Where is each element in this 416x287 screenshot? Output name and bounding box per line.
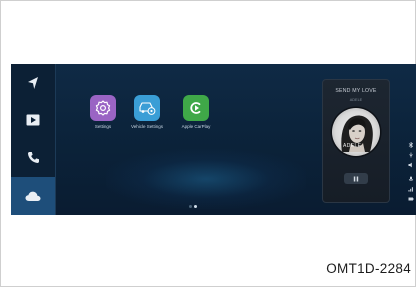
app-label: Vehicle Settings	[130, 124, 164, 129]
artist-name: ADELE	[349, 98, 363, 102]
app-label: Apple CarPlay	[181, 124, 211, 129]
album-art-text: ADELE	[343, 143, 362, 149]
sidebar-item-phone[interactable]	[11, 139, 55, 176]
infotainment-screen: Settings Vehicle Settings Apple CarPlay …	[11, 64, 416, 215]
bluetooth-icon	[408, 142, 414, 148]
song-title: SEND MY LOVE	[335, 88, 377, 94]
pause-button[interactable]	[344, 173, 368, 184]
sidebar-item-connected[interactable]	[11, 177, 55, 215]
page-dot[interactable]	[189, 205, 192, 208]
sidebar-item-media[interactable]	[11, 101, 55, 138]
sidebar-item-navigation[interactable]	[11, 64, 55, 101]
cloud-icon	[25, 191, 41, 201]
battery-icon	[408, 197, 414, 201]
pause-icon	[353, 176, 359, 181]
figure-frame: Settings Vehicle Settings Apple CarPlay …	[0, 0, 416, 287]
phone-icon	[27, 152, 39, 163]
album-art[interactable]: ADELE	[332, 108, 380, 156]
gear-icon	[90, 95, 116, 121]
signal-icon	[408, 187, 413, 192]
now-playing-widget[interactable]: SEND MY LOVE ADELE ADELE	[322, 79, 390, 203]
usb-icon	[409, 152, 413, 158]
page-dot-active[interactable]	[194, 205, 197, 208]
vehicle-gear-icon	[134, 95, 160, 121]
app-apple-carplay[interactable]: Apple CarPlay	[168, 95, 224, 129]
microphone-icon	[408, 176, 414, 181]
figure-code: OMT1D-2284	[326, 261, 411, 276]
app-vehicle-settings[interactable]: Vehicle Settings	[119, 95, 175, 129]
sidebar	[11, 64, 56, 215]
play-icon	[26, 114, 40, 125]
navigation-arrow-icon	[28, 76, 38, 89]
carplay-icon	[183, 95, 209, 121]
volume-icon	[408, 162, 412, 168]
status-bar	[405, 64, 416, 215]
